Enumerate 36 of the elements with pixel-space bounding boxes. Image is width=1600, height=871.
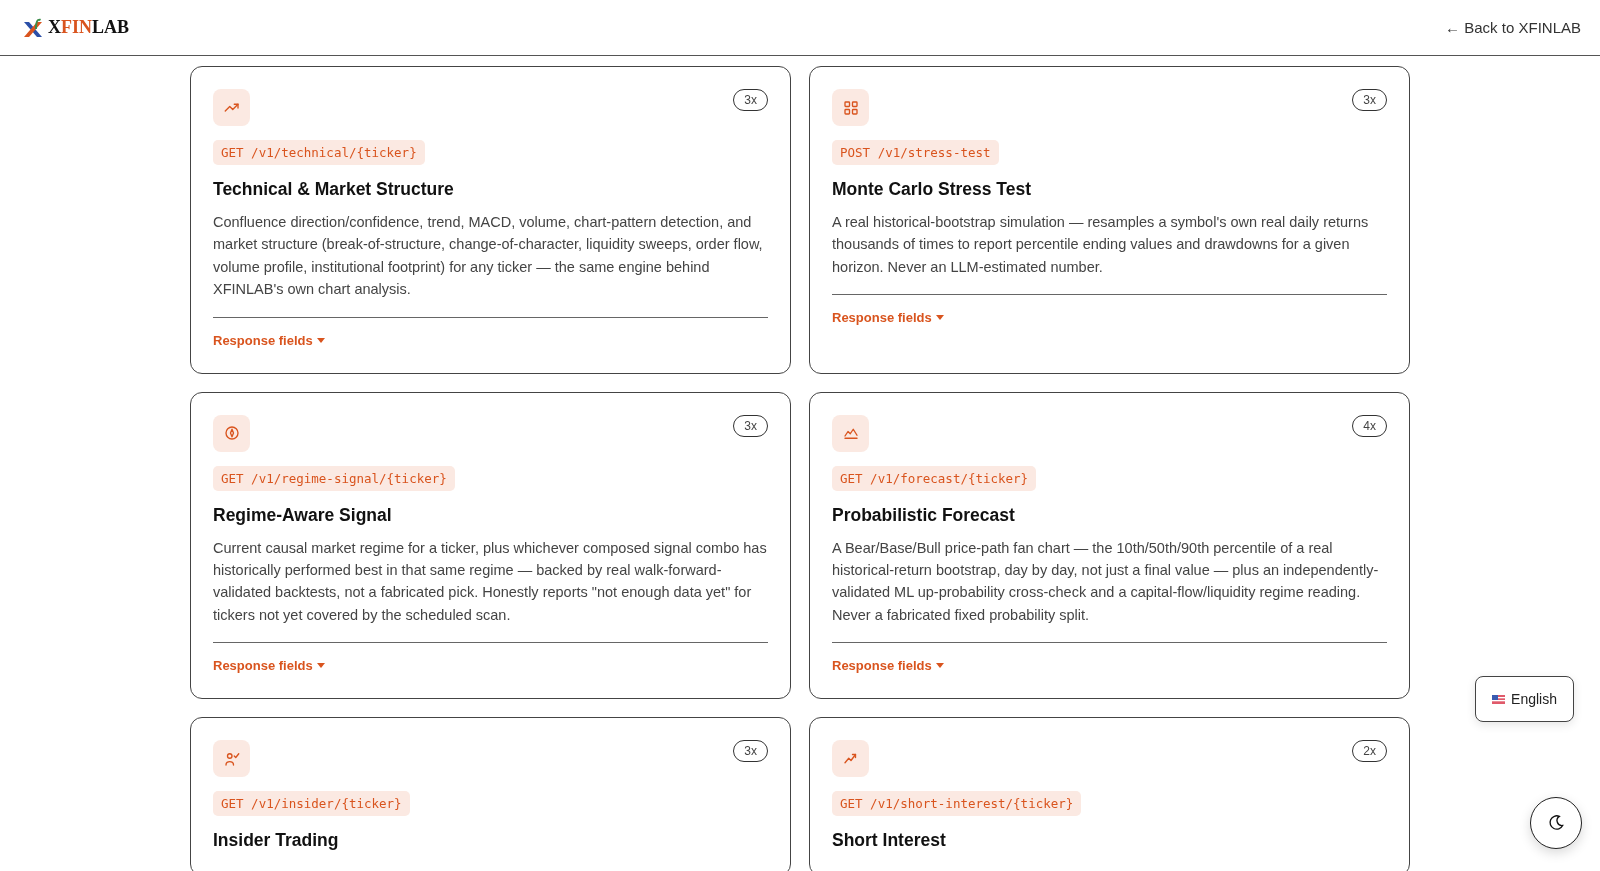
caret-icon xyxy=(316,663,325,669)
response-fields-toggle[interactable]: Response fields xyxy=(832,658,944,674)
card-title: Monte Carlo Stress Test xyxy=(832,179,1033,200)
compass-icon xyxy=(213,414,250,452)
user-check-icon xyxy=(213,740,250,778)
card-title: Regime-Aware Signal xyxy=(213,504,393,526)
endpoint-label: POST /v1/stress-test xyxy=(832,140,999,165)
logo-text: XFINLAB xyxy=(48,17,129,38)
card-title: Probabilistic Forecast xyxy=(832,504,1016,526)
back-link[interactable]: ← Back to XFINLAB xyxy=(1445,19,1581,36)
trending-up-icon xyxy=(213,89,250,126)
endpoint-label: GET /v1/insider/{ticker} xyxy=(213,791,410,817)
caret-icon xyxy=(935,315,944,321)
endpoint-label: GET /v1/technical/{ticker} xyxy=(213,140,425,165)
endpoint-label: GET /v1/forecast/{ticker} xyxy=(832,465,1037,491)
card-title: Short Interest xyxy=(832,830,947,852)
card-description: Confluence direction/confidence, trend, MACD, volume, chart-pattern detection, and market structure (break-of-structure, change-of-character, liquidity sweeps, order flow, volume profile, institutional footprint) for any ticker — the same engine behind XFINLAB's own chart analysis. xyxy=(213,213,764,300)
card-description: A real historical-bootstrap simulation — resamples a symbol's own real daily returns thousands of times to report percentile ending values and drawdowns for a given horizon. Never an LLM-estimated number. xyxy=(832,213,1370,277)
logo-icon xyxy=(22,16,44,39)
card-title: Technical & Market Structure xyxy=(213,179,455,200)
moon-icon xyxy=(1546,813,1566,833)
endpoint-label: GET /v1/regime-signal/{ticker} xyxy=(213,465,455,491)
flag-icon xyxy=(1492,694,1506,704)
grid-icon xyxy=(832,89,869,126)
card-description: Current causal market regime for a ticker, plus whichever composed signal combo has historically performed best in that same regime — backed by real walk-forward-validated backtests, not a fabricated pick. Honestly reports "not enough data yet" for tickers not yet covered by the scheduled scan. xyxy=(213,538,768,625)
response-fields-toggle[interactable]: Response fields xyxy=(832,310,944,326)
card-title: Insider Trading xyxy=(213,830,340,852)
theme-toggle-button[interactable] xyxy=(1530,797,1582,849)
caret-icon xyxy=(935,663,944,669)
caret-icon xyxy=(316,337,325,343)
response-fields-toggle[interactable]: Response fields xyxy=(213,332,325,348)
language-button[interactable]: English xyxy=(1475,676,1574,722)
endpoint-label: GET /v1/short-interest/{ticker} xyxy=(832,791,1082,817)
mountain-chart-icon xyxy=(832,414,869,452)
response-fields-toggle[interactable]: Response fields xyxy=(213,658,325,674)
card-description: A Bear/Base/Bull price-path fan chart — the 10th/50th/90th percentile of a real historical-return bootstrap, day by day, not just a final value — plus an independently-validated ML up-probability cross-check and a capital-flow/liquidity regime reading. Never a fabricated fixed probability split. xyxy=(832,538,1380,625)
